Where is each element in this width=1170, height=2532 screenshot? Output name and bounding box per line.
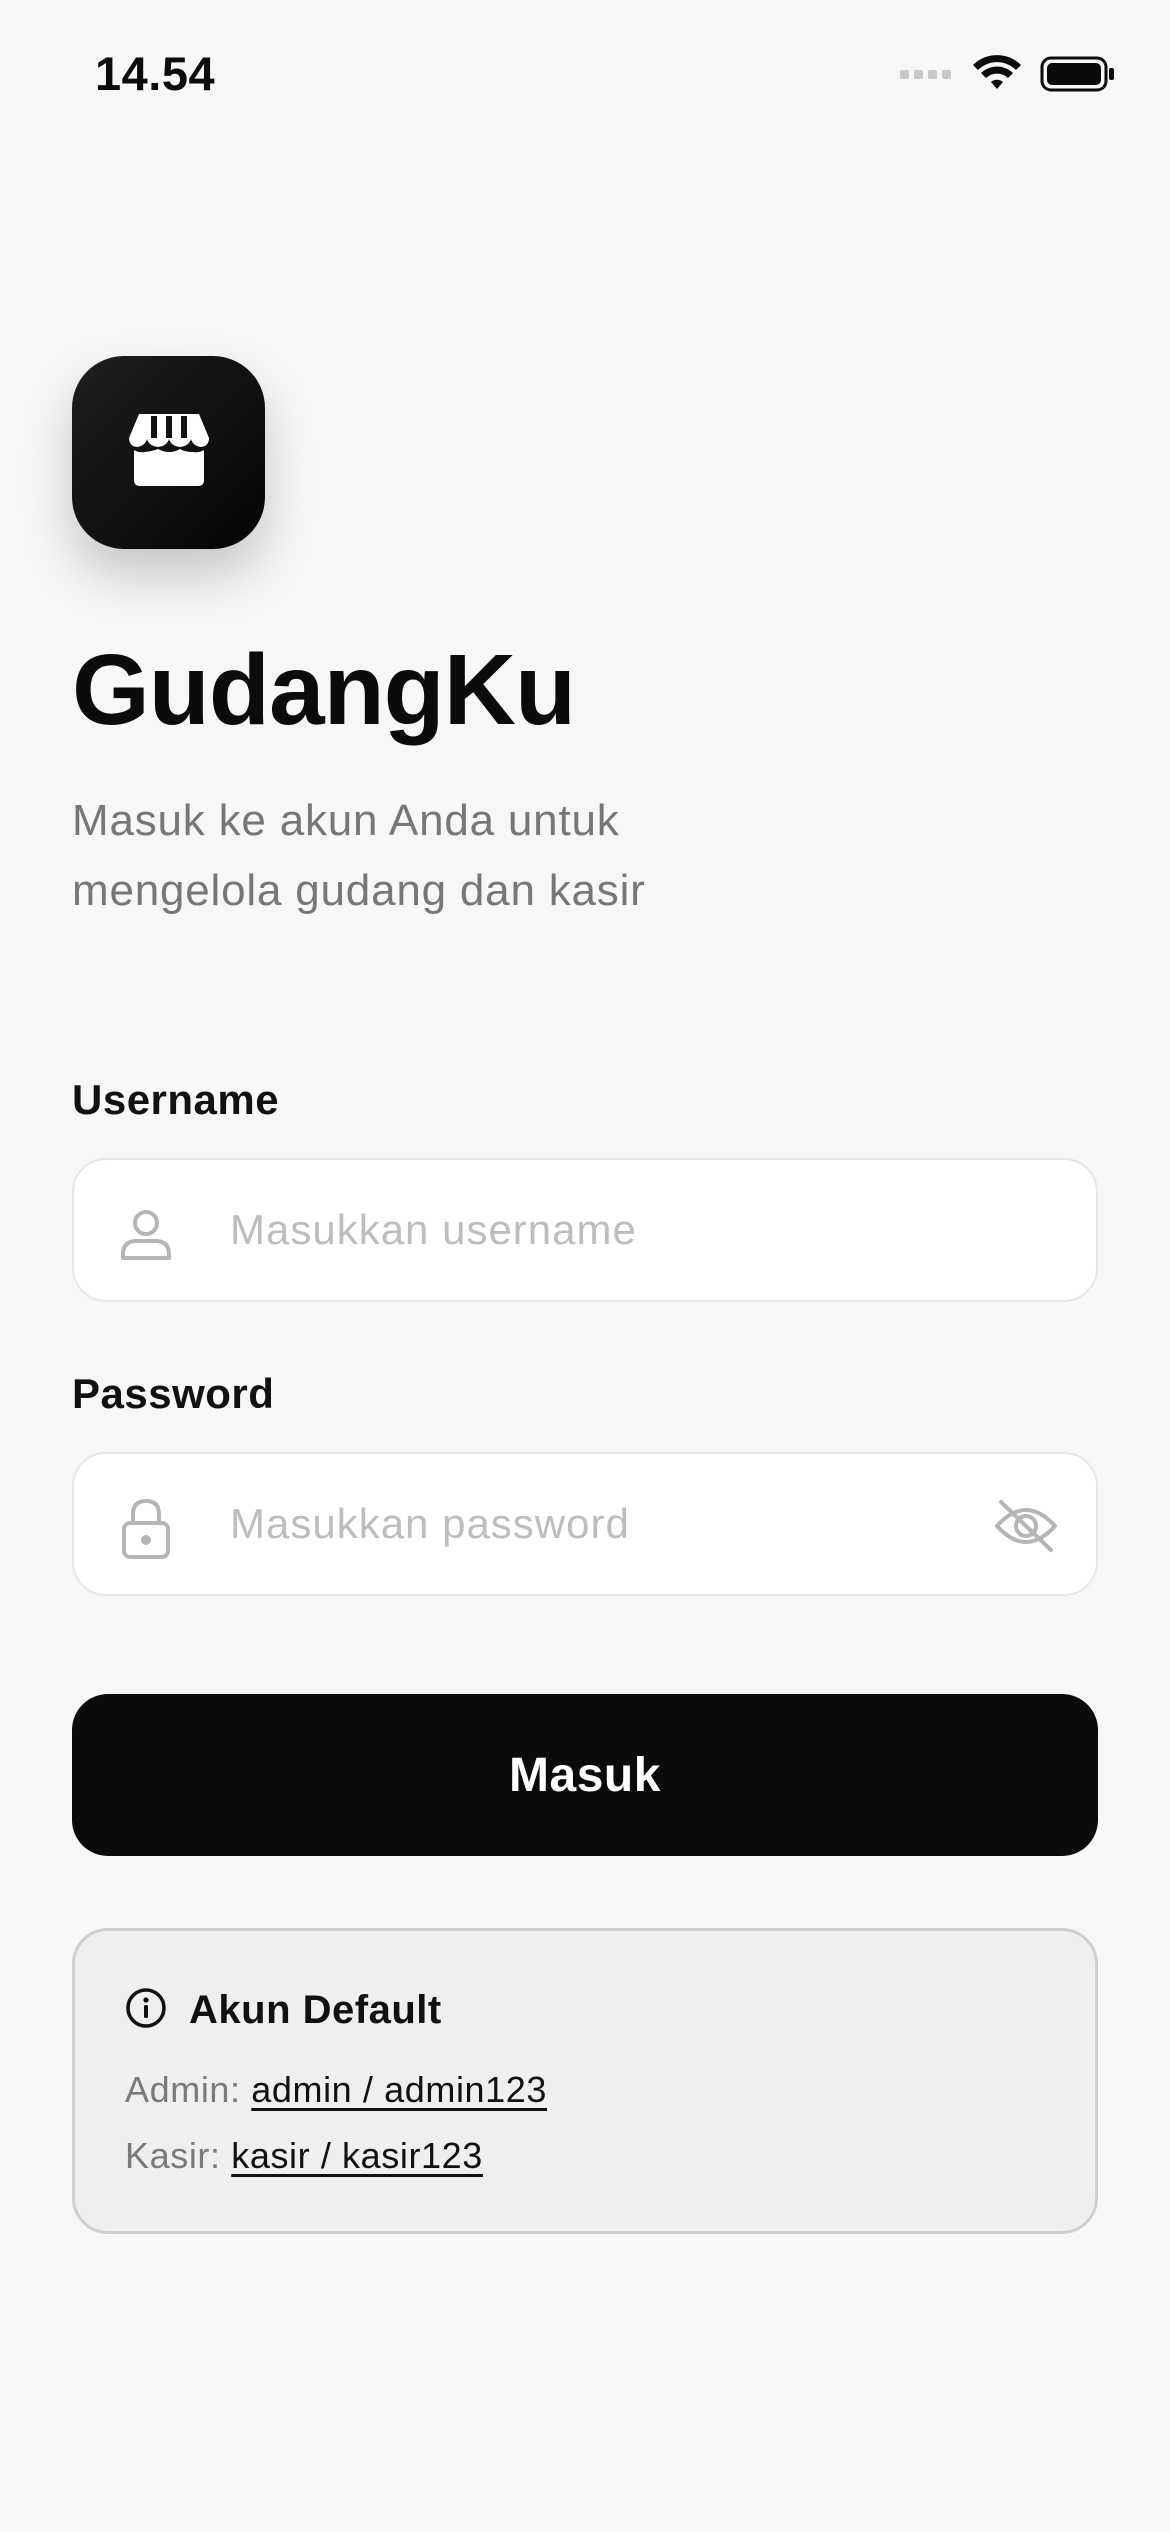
- app-subtitle-line-2: mengelola gudang dan kasir: [72, 866, 646, 915]
- password-field[interactable]: [72, 1452, 1098, 1596]
- cashier-account-row: Kasir: kasir / kasir123: [125, 2131, 483, 2181]
- cellular-signal-icon: [900, 68, 954, 80]
- status-bar-icons: [900, 50, 1116, 98]
- lock-icon: [114, 1496, 178, 1560]
- default-accounts-title: Akun Default: [189, 1988, 442, 2032]
- default-accounts-card: Akun Default Admin: admin / admin123 Kas…: [72, 1928, 1098, 2234]
- username-label: Username: [72, 1076, 280, 1123]
- app-logo: [72, 356, 265, 549]
- battery-icon: [1040, 55, 1116, 93]
- app-title: GudangKu: [72, 634, 576, 746]
- wifi-icon: [972, 55, 1022, 93]
- admin-account-row: Admin: admin / admin123: [125, 2065, 547, 2115]
- eye-off-icon[interactable]: [992, 1492, 1060, 1560]
- user-icon: [114, 1202, 178, 1266]
- login-screen: 14.54 GudangKu Masuk ke akun Anda untuk …: [0, 0, 1170, 2532]
- admin-label: Admin:: [125, 2069, 252, 2110]
- app-subtitle: Masuk ke akun Anda untuk mengelola gudan…: [72, 786, 772, 926]
- info-icon: [125, 1987, 167, 2034]
- store-icon: [127, 412, 211, 493]
- username-field[interactable]: [72, 1158, 1098, 1302]
- password-input[interactable]: [230, 1454, 1010, 1594]
- cashier-label: Kasir:: [125, 2135, 232, 2176]
- default-accounts-header: Akun Default: [125, 1987, 442, 2034]
- login-button[interactable]: Masuk: [72, 1694, 1098, 1856]
- cashier-credentials-link[interactable]: kasir / kasir123: [231, 2135, 483, 2176]
- username-input[interactable]: [230, 1160, 1010, 1300]
- app-subtitle-line-1: Masuk ke akun Anda untuk: [72, 796, 620, 845]
- password-label: Password: [72, 1370, 275, 1417]
- status-time: 14.54: [95, 47, 216, 100]
- admin-credentials-link[interactable]: admin / admin123: [251, 2069, 547, 2110]
